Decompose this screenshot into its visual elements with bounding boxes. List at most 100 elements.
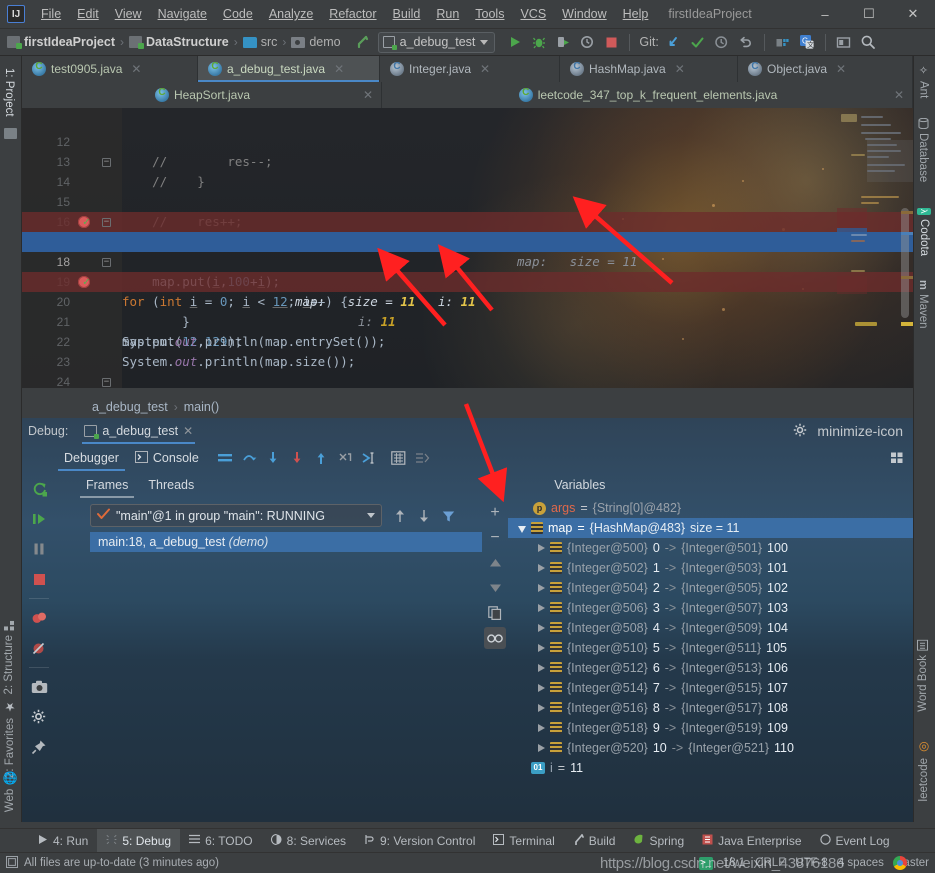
force-step-into-icon[interactable] <box>285 446 309 470</box>
tab-close-icon[interactable]: ✕ <box>836 62 846 76</box>
move-down-icon[interactable] <box>484 577 506 599</box>
code-editor[interactable]: 12 // res--; 13 // } 14 − // res++; 15 <box>22 108 913 388</box>
menu-navigate[interactable]: Navigate <box>150 3 215 25</box>
run-to-cursor-icon[interactable] <box>357 446 381 470</box>
menu-help[interactable]: Help <box>615 3 657 25</box>
breakpoint-icon[interactable] <box>78 212 90 232</box>
pause-program-icon[interactable] <box>26 536 52 562</box>
expander-closed-icon[interactable] <box>538 664 545 672</box>
stack-frame-row[interactable]: main:18, a_debug_test (demo) <box>90 532 482 552</box>
tab-close-icon[interactable]: ✕ <box>334 62 344 76</box>
project-structure-icon[interactable] <box>771 30 795 54</box>
move-up-icon[interactable] <box>484 552 506 574</box>
menu-vcs[interactable]: VCS <box>512 3 554 25</box>
add-watch-icon[interactable]: + <box>484 502 506 524</box>
back-arrow-icon[interactable] <box>350 30 374 54</box>
menu-analyze[interactable]: Analyze <box>261 3 321 25</box>
thread-selector[interactable]: "main"@1 in group "main": RUNNING <box>90 504 382 527</box>
variable-row-entry[interactable]: {Integer@518} 9 -> {Integer@519} 109 <box>508 718 913 738</box>
expander-closed-icon[interactable] <box>538 644 545 652</box>
camera-icon[interactable] <box>26 674 52 700</box>
run-configuration-selector[interactable]: a_debug_test <box>377 31 496 53</box>
variable-row-entry[interactable]: {Integer@508} 4 -> {Integer@509} 104 <box>508 618 913 638</box>
view-breakpoints-icon[interactable] <box>26 605 52 631</box>
menu-window[interactable]: Window <box>554 3 614 25</box>
variable-row-entry[interactable]: {Integer@506} 3 -> {Integer@507} 103 <box>508 598 913 618</box>
tab-close-icon[interactable]: ✕ <box>480 62 490 76</box>
minimize-button[interactable]: – <box>803 0 847 28</box>
menu-edit[interactable]: Edit <box>69 3 107 25</box>
editor-tab-hashmap[interactable]: HashMap.java ✕ <box>560 56 738 82</box>
expander-closed-icon[interactable] <box>538 604 545 612</box>
expander-closed-icon[interactable] <box>538 544 545 552</box>
pane-tab-threads[interactable]: Threads <box>138 472 204 498</box>
fold-marker-icon[interactable]: − <box>102 218 111 227</box>
layout-settings-icon[interactable] <box>889 446 913 470</box>
variables-tree[interactable]: p args = {String[0]@482} map = {HashMap@… <box>508 498 913 822</box>
maximize-button[interactable]: ☐ <box>847 0 891 28</box>
tab-close-icon[interactable]: ✕ <box>894 88 904 102</box>
mute-breakpoints-rail-icon[interactable] <box>26 635 52 661</box>
expander-open-icon[interactable] <box>518 525 526 533</box>
menu-code[interactable]: Code <box>215 3 261 25</box>
gear-icon[interactable] <box>793 423 807 440</box>
layout-toggle-icon[interactable] <box>832 30 856 54</box>
step-over-icon[interactable] <box>237 446 261 470</box>
expander-closed-icon[interactable] <box>538 744 545 752</box>
pane-tab-variables[interactable]: Variables <box>544 472 615 498</box>
editor-tab-leetcode-347[interactable]: leetcode_347_top_k_frequent_elements.jav… <box>382 82 913 108</box>
translate-icon[interactable]: G文 <box>795 30 819 54</box>
evaluate-expression-icon[interactable] <box>387 446 411 470</box>
editor-tab-heapsort[interactable]: HeapSort.java ✕ <box>22 82 382 108</box>
sidebar-item-codota[interactable]: λ Codota <box>917 204 931 260</box>
git-commit-icon[interactable] <box>686 30 710 54</box>
step-into-icon[interactable] <box>261 446 285 470</box>
expander-closed-icon[interactable] <box>538 624 545 632</box>
git-history-icon[interactable] <box>710 30 734 54</box>
debug-session-close-icon[interactable]: ✕ <box>183 424 193 438</box>
breakpoint-icon[interactable] <box>78 272 90 292</box>
search-icon[interactable] <box>856 30 880 54</box>
breadcrumb-project[interactable]: firstIdeaProject <box>4 35 118 49</box>
variable-row-entry[interactable]: {Integer@514} 7 -> {Integer@515} 107 <box>508 678 913 698</box>
tab-close-icon[interactable]: ✕ <box>363 88 373 102</box>
tab-console[interactable]: Console <box>127 444 207 472</box>
tab-close-icon[interactable]: ✕ <box>131 62 141 76</box>
bottom-tab-todo[interactable]: 6: TODO <box>180 829 262 853</box>
variable-row-map[interactable]: map = {HashMap@483} size = 11 <box>508 518 913 538</box>
drop-frame-icon[interactable] <box>333 446 357 470</box>
resume-program-icon[interactable] <box>26 506 52 532</box>
breadcrumb-method[interactable]: main() <box>184 400 219 414</box>
fold-marker-icon[interactable]: − <box>102 378 111 387</box>
variable-row-args[interactable]: p args = {String[0]@482} <box>508 498 913 518</box>
close-button[interactable]: ✕ <box>891 0 935 28</box>
stop-button[interactable] <box>599 30 623 54</box>
menu-file[interactable]: File <box>33 3 69 25</box>
minimize-icon[interactable]: minimize-icon <box>817 423 903 439</box>
editor-tab-object[interactable]: Object.java ✕ <box>738 56 913 82</box>
run-with-coverage-button[interactable] <box>551 30 575 54</box>
profile-button[interactable] <box>575 30 599 54</box>
bottom-tab-build[interactable]: Build <box>564 829 625 853</box>
copy-value-icon[interactable] <box>484 602 506 624</box>
bottom-tab-terminal[interactable]: Terminal <box>484 829 563 853</box>
editor-tab-test0905[interactable]: test0905.java ✕ <box>22 56 198 82</box>
debug-button[interactable] <box>527 30 551 54</box>
variable-row-entry[interactable]: {Integer@512} 6 -> {Integer@513} 106 <box>508 658 913 678</box>
variable-row-entry[interactable]: {Integer@516} 8 -> {Integer@517} 108 <box>508 698 913 718</box>
tab-debugger[interactable]: Debugger <box>56 444 127 472</box>
debug-session-tab[interactable]: a_debug_test ✕ <box>78 418 199 444</box>
filter-frames-icon[interactable] <box>438 506 458 526</box>
fold-marker-icon[interactable]: − <box>102 258 111 267</box>
breadcrumb-package[interactable]: demo <box>288 35 343 49</box>
variable-row-i[interactable]: 01 i = 11 <box>508 758 913 778</box>
breadcrumb-class[interactable]: a_debug_test <box>92 400 168 414</box>
frame-down-icon[interactable] <box>414 506 434 526</box>
variable-row-entry[interactable]: {Integer@500} 0 -> {Integer@501} 100 <box>508 538 913 558</box>
variable-row-entry[interactable]: {Integer@510} 5 -> {Integer@511} 105 <box>508 638 913 658</box>
sync-icon[interactable] <box>6 855 18 871</box>
sidebar-item-database[interactable]: Database <box>917 114 929 186</box>
bottom-tab-event-log[interactable]: Event Log <box>811 829 899 853</box>
breadcrumb-module[interactable]: DataStructure <box>126 35 232 49</box>
sidebar-item-structure[interactable]: 2: Structure <box>3 616 15 698</box>
